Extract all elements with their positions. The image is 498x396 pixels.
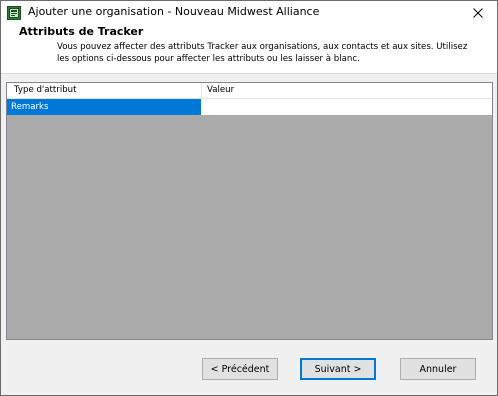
cancel-button[interactable]: Annuler: [400, 358, 476, 380]
dialog-window: Ajouter une organisation - Nouveau Midwe…: [0, 0, 498, 396]
close-icon: [473, 3, 483, 22]
grid-header: Type d'attribut Valeur: [7, 83, 492, 99]
cell-attribute-value[interactable]: [201, 99, 492, 115]
column-divider[interactable]: [201, 83, 202, 98]
page-description: Vous pouvez affecter des attributs Track…: [57, 42, 468, 64]
window-title: Ajouter une organisation - Nouveau Midwe…: [28, 5, 320, 18]
wizard-header: Attributs de Tracker Vous pouvez affecte…: [1, 23, 497, 74]
previous-button[interactable]: < Précédent: [202, 358, 278, 380]
title-bar[interactable]: Ajouter une organisation - Nouveau Midwe…: [1, 1, 497, 23]
cell-attribute-type[interactable]: Remarks: [7, 99, 201, 115]
page-title: Attributs de Tracker: [19, 25, 144, 38]
app-window-icon: [7, 5, 21, 20]
column-header-value[interactable]: Valeur: [207, 83, 234, 98]
table-row[interactable]: Remarks: [7, 99, 492, 115]
next-button[interactable]: Suivant >: [300, 358, 376, 380]
attribute-grid[interactable]: Type d'attribut Valeur Remarks: [6, 82, 493, 340]
close-button[interactable]: [459, 1, 497, 23]
column-header-type[interactable]: Type d'attribut: [14, 83, 76, 98]
